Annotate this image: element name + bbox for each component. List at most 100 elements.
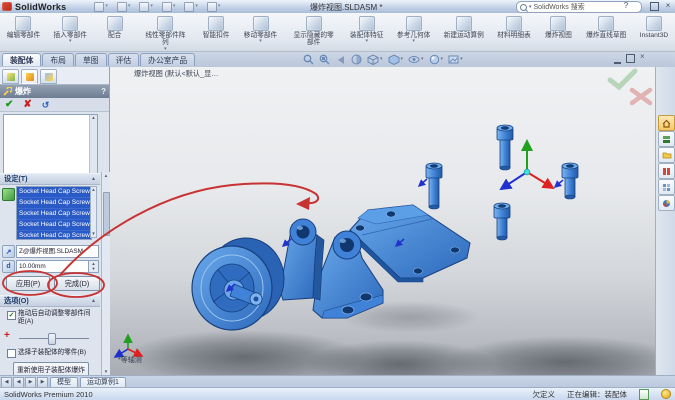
panel-help-button[interactable]: ?	[101, 87, 106, 96]
undo-button[interactable]: ↺	[42, 100, 50, 110]
configuration-tab[interactable]	[40, 69, 57, 84]
explode-distance-field[interactable]: 10.00mm	[16, 260, 90, 273]
ribbon-button-insert-component[interactable]: 插入零部件▾	[47, 15, 94, 44]
ribbon-button-reference-geometry[interactable]: 参考几何体▾	[390, 15, 437, 44]
list-item[interactable]: Socket Head Cap Screw	[17, 187, 91, 198]
tab-assembly[interactable]: 装配体	[2, 53, 41, 66]
document-minimize-button[interactable]	[614, 53, 621, 64]
document-restore-button[interactable]	[626, 54, 635, 63]
file-explorer-button[interactable]	[658, 147, 675, 163]
ribbon-button-linear-pattern[interactable]: 线性零部件阵列▾	[136, 15, 195, 52]
spin-down-icon[interactable]: ▼	[92, 267, 96, 272]
explode-steps-box[interactable]: ▲	[3, 114, 98, 174]
undo-button[interactable]: ▾	[184, 2, 198, 12]
ribbon-button-instant3d[interactable]: Instant3D	[633, 15, 675, 40]
scrollbar-thumb[interactable]	[103, 192, 110, 236]
next-tab-button[interactable]: ▶	[25, 377, 36, 388]
spacing-decrease-icon[interactable]: +	[4, 330, 10, 341]
zoom-fit-button[interactable]	[303, 54, 314, 65]
collapse-icon[interactable]: ▲	[91, 298, 96, 304]
search-input[interactable]: SolidWorks 搜索	[534, 2, 585, 12]
ribbon-button-mate[interactable]: 配合	[94, 15, 136, 40]
ribbon-button-exploded-view[interactable]: 爆炸视图	[537, 15, 579, 40]
list-item[interactable]: Socket Head Cap Screw	[17, 231, 91, 240]
close-button[interactable]: ×	[663, 1, 673, 10]
view-orientation-button[interactable]: ▾	[367, 54, 383, 65]
minimize-button[interactable]	[635, 1, 645, 10]
graphics-viewport[interactable]: 爆炸视图 (默认<默认_显…	[110, 67, 655, 375]
subassembly-checkbox[interactable]	[7, 349, 16, 358]
options-section-header[interactable]: 选项(O) ▲	[0, 295, 100, 307]
search-pane-button[interactable]	[658, 163, 675, 179]
collapse-icon[interactable]: ▲	[91, 176, 96, 182]
prev-tab-button[interactable]: ◀	[13, 377, 24, 388]
explode-distance-icon: d	[2, 260, 15, 273]
solidworks-resources-button[interactable]	[658, 115, 675, 131]
wheel-part[interactable]	[192, 238, 284, 330]
view-palette-button[interactable]	[658, 179, 675, 195]
ok-button[interactable]: ✔	[5, 100, 13, 110]
screw-part-1[interactable]	[497, 125, 513, 170]
save-button[interactable]: ▾	[139, 2, 153, 12]
zoom-area-button[interactable]	[319, 54, 330, 65]
section-view-button[interactable]	[351, 54, 362, 65]
done-button[interactable]: 完成(D)	[54, 276, 100, 291]
help-button[interactable]: ?	[621, 1, 631, 10]
tab-evaluate[interactable]: 评估	[108, 53, 140, 66]
list-item[interactable]: Socket Head Cap Screw	[17, 220, 91, 231]
open-button[interactable]: ▾	[117, 2, 131, 12]
components-to-explode-list[interactable]: Socket Head Cap Screw Socket Head Cap Sc…	[16, 186, 92, 240]
display-style-button[interactable]: ▾	[388, 54, 404, 65]
apply-button[interactable]: 应用(P)	[6, 276, 50, 291]
ribbon-button-bill-of-materials[interactable]: 材料明细表	[491, 15, 538, 40]
ribbon-button-show-hidden-components[interactable]: 显示隐藏的零部件	[284, 15, 343, 48]
scroll-down-icon[interactable]: ▼	[102, 368, 110, 375]
list-scrollbar[interactable]: ▲ ▼	[90, 186, 97, 238]
steps-scrollbar[interactable]: ▲	[89, 115, 97, 173]
document-close-button[interactable]: ×	[640, 52, 645, 64]
panel-scrollbar[interactable]: ▲ ▼	[101, 172, 110, 375]
distance-spinner[interactable]: ▲ ▼	[88, 260, 99, 273]
ribbon-button-new-motion-study[interactable]: 新建运动算例	[437, 15, 491, 40]
ribbon-button-edit-component[interactable]: 编辑零部件	[0, 15, 47, 40]
model-tab[interactable]: 模型	[50, 377, 78, 388]
new-document-button[interactable]: ▾	[94, 2, 108, 12]
previous-view-button[interactable]	[335, 54, 346, 65]
first-tab-button[interactable]: ◀	[1, 377, 12, 388]
last-tab-button[interactable]: ▶	[37, 377, 48, 388]
spacing-slider-thumb[interactable]	[48, 333, 56, 345]
ribbon-button-smart-fasteners[interactable]: 智能扣件	[195, 15, 237, 40]
scroll-down-icon[interactable]: ▼	[91, 231, 96, 237]
tab-office-products[interactable]: 办公室产品	[140, 53, 195, 66]
list-item[interactable]: Socket Head Cap Screw	[17, 209, 91, 220]
explode-direction-field[interactable]: Z@爆炸视图.SLDASM	[16, 245, 99, 258]
property-manager-tab[interactable]	[21, 69, 38, 84]
hide-show-items-button[interactable]: ▾	[408, 54, 424, 65]
list-item[interactable]: Socket Head Cap Screw	[17, 198, 91, 209]
screw-part-3[interactable]	[562, 163, 578, 199]
scroll-up-icon[interactable]: ▲	[91, 187, 96, 193]
apply-scene-button[interactable]: ▾	[448, 54, 463, 65]
tab-sketch[interactable]: 草图	[75, 53, 107, 66]
print-button[interactable]: ▾	[162, 2, 176, 12]
quick-tip-icon[interactable]	[661, 389, 671, 399]
bracket-part-1[interactable]	[280, 219, 324, 300]
cancel-button[interactable]: ✘	[23, 100, 31, 110]
select-button[interactable]: ▾	[207, 2, 221, 12]
settings-section-header[interactable]: 设定(T) ▲	[0, 173, 100, 185]
appearances-scenes-button[interactable]	[658, 195, 675, 211]
autospace-checkbox[interactable]: ✓	[7, 311, 16, 320]
scroll-up-icon[interactable]: ▲	[102, 172, 110, 179]
motion-study-tab[interactable]: 运动算例1	[80, 377, 126, 388]
restore-button[interactable]	[649, 1, 659, 10]
ribbon-button-explode-line-sketch[interactable]: 爆炸直线草图	[579, 15, 633, 40]
screw-part-2[interactable]	[426, 163, 442, 209]
screw-part-4[interactable]	[494, 203, 510, 240]
feature-tree-tab[interactable]	[2, 69, 19, 84]
design-library-button[interactable]	[658, 131, 675, 147]
tab-layout[interactable]: 布局	[42, 53, 74, 66]
scroll-up-icon[interactable]: ▲	[91, 115, 95, 120]
ribbon-button-move-component[interactable]: 移动零部件▾	[237, 15, 284, 44]
ribbon-button-assembly-features[interactable]: 装配体特征▾	[343, 15, 390, 44]
edit-appearance-button[interactable]: ▾	[429, 54, 444, 65]
